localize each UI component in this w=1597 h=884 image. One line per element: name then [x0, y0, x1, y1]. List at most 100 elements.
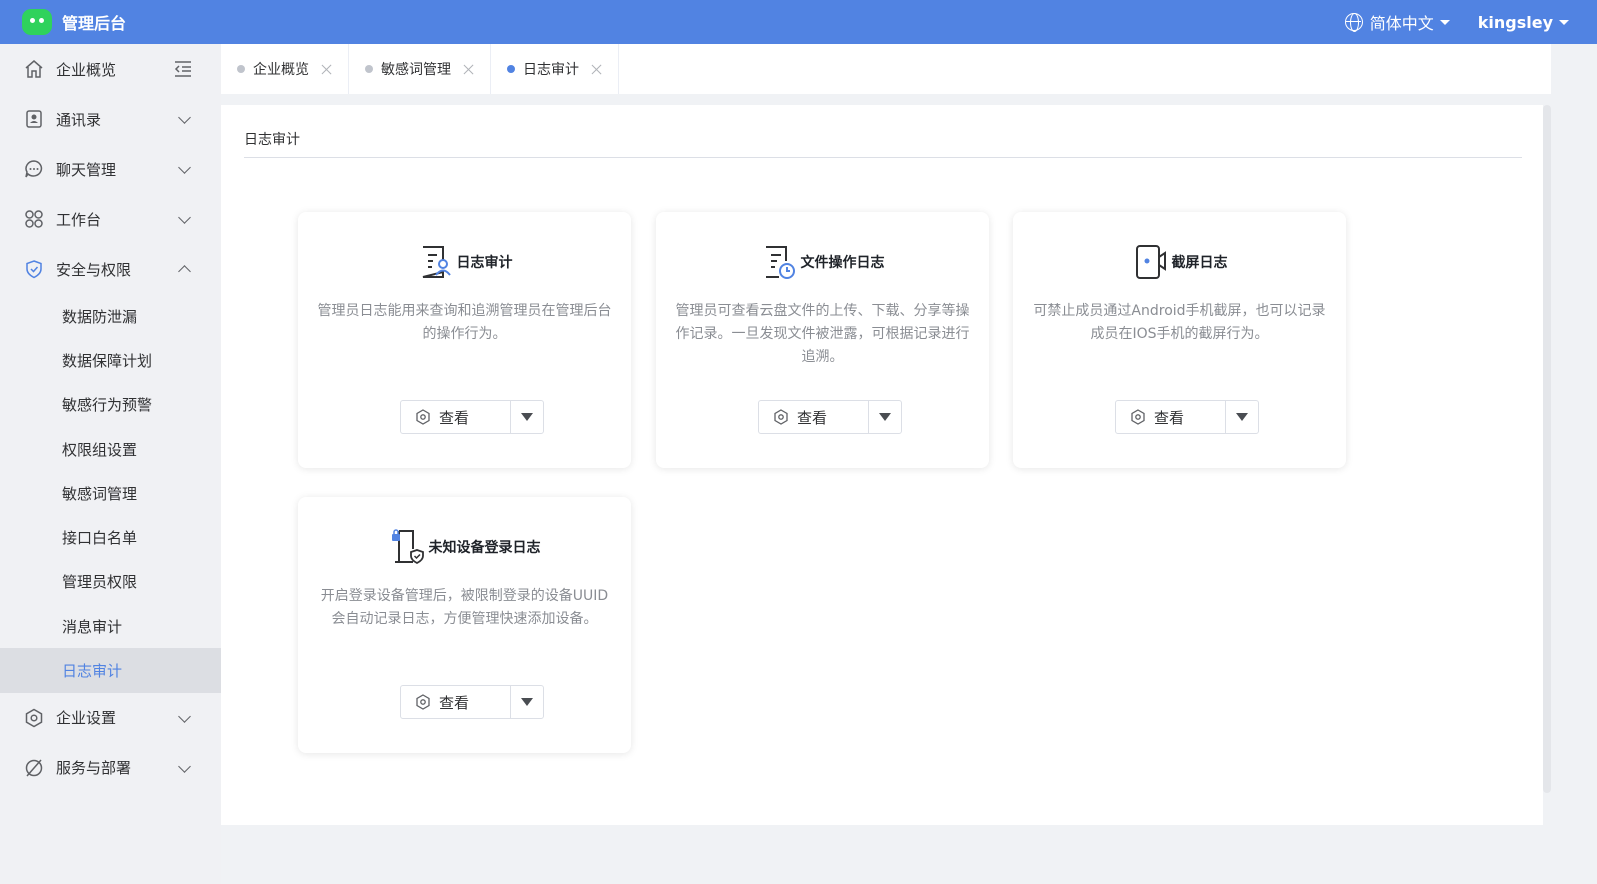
tab-label: 企业概览	[253, 62, 309, 78]
chat-icon	[24, 159, 44, 179]
card-screenshot-log: 截屏日志 可禁止成员通过Android手机截屏，也可以记录成员在IOS手机的截屏…	[1013, 212, 1346, 468]
card-device-log: 未知设备登录日志 开启登录设备管理后，被限制登录的设备UUID会自动记录日志，方…	[298, 497, 631, 753]
collapse-menu-icon[interactable]	[173, 60, 193, 78]
file-log-icon	[761, 244, 797, 280]
view-button-group: 查看	[400, 685, 544, 719]
sidebar-item-label: 通讯录	[56, 110, 102, 129]
card-description: 开启登录设备管理后，被限制登录的设备UUID会自动记录日志，方便管理快速添加设备…	[320, 588, 609, 627]
sidebar-item-workbench[interactable]: 工作台	[0, 194, 221, 244]
caret-down-icon	[1559, 19, 1569, 25]
card-title: 文件操作日志	[800, 255, 885, 271]
card-audit-log: 日志审计 管理员日志能用来查询和追溯管理员在管理后台的操作行为。 查看	[298, 212, 631, 468]
sidebar-item-label: 企业设置	[56, 709, 117, 728]
shield-icon	[24, 259, 44, 279]
view-button[interactable]: 查看	[401, 401, 511, 433]
tab-log-audit[interactable]: 日志审计	[491, 44, 619, 94]
sidebar-item-label: 聊天管理	[56, 160, 117, 179]
close-icon[interactable]	[463, 64, 474, 75]
device-log-icon	[389, 529, 425, 565]
tab-dot	[237, 65, 245, 73]
screenshot-log-icon	[1132, 244, 1168, 280]
page-gutter	[1551, 44, 1597, 884]
globe-icon	[1344, 13, 1363, 32]
sidebar-item-contacts[interactable]: 通讯录	[0, 94, 221, 144]
sidebar-item-label: 服务与部署	[56, 759, 132, 778]
view-button-group: 查看	[1115, 400, 1259, 434]
sidebar-subitem-permission-group[interactable]: 权限组设置	[0, 427, 221, 471]
card-file-log: 文件操作日志 管理员可查看云盘文件的上传、下载、分享等操作记录。一旦发现文件被泄…	[656, 212, 989, 468]
user-name: kingsley	[1477, 12, 1553, 32]
tab-dot	[507, 65, 515, 73]
sidebar-item-overview[interactable]: 企业概览	[0, 44, 221, 94]
chevron-down-icon	[178, 111, 191, 124]
hexagon-icon	[416, 409, 430, 425]
close-icon[interactable]	[321, 64, 332, 75]
tab-bar: 企业概览 敏感词管理 日志审计	[221, 44, 1551, 94]
view-button-group: 查看	[758, 400, 902, 434]
caret-down-icon	[879, 413, 891, 421]
settings-icon	[24, 708, 44, 728]
tab-dot	[365, 65, 373, 73]
view-button[interactable]: 查看	[401, 686, 511, 718]
view-button-label: 查看	[439, 693, 470, 712]
sidebar-item-label: 企业概览	[56, 60, 117, 79]
view-dropdown-button[interactable]	[1226, 401, 1258, 433]
language-label: 简体中文	[1369, 14, 1434, 33]
main-panel: 日志审计 日志审计 管理员日志能用来查询和追溯管理员在管理后台的操作行为。 查看…	[221, 105, 1543, 825]
caret-down-icon	[521, 698, 533, 706]
sidebar-subitem-behavior-alert[interactable]: 敏感行为预警	[0, 383, 221, 427]
sidebar-item-service-deploy[interactable]: 服务与部署	[0, 743, 221, 793]
card-description: 管理员日志能用来查询和追溯管理员在管理后台的操作行为。	[317, 303, 612, 342]
sidebar-item-chat[interactable]: 聊天管理	[0, 144, 221, 194]
language-selector[interactable]: 简体中文	[1344, 10, 1450, 34]
tab-overview[interactable]: 企业概览	[221, 44, 349, 94]
sidebar-subitem-admin-permission[interactable]: 管理员权限	[0, 560, 221, 604]
view-dropdown-button[interactable]	[511, 686, 543, 718]
sidebar: 企业概览 通讯录 聊天管理 工作台 安全与权限 数据防泄漏 数据保障计划 敏感行…	[0, 44, 221, 884]
contacts-icon	[24, 109, 44, 129]
view-dropdown-button[interactable]	[869, 401, 901, 433]
sidebar-item-enterprise-settings[interactable]: 企业设置	[0, 693, 221, 743]
view-button-group: 查看	[400, 400, 544, 434]
sidebar-item-security[interactable]: 安全与权限	[0, 244, 221, 294]
top-bar: 管理后台 简体中文 kingsley	[0, 0, 1597, 44]
hexagon-icon	[416, 694, 430, 710]
audit-log-icon	[417, 244, 453, 280]
home-icon	[24, 59, 44, 79]
tab-label: 日志审计	[523, 62, 579, 78]
sidebar-subitem-log-audit[interactable]: 日志审计	[0, 648, 221, 693]
chevron-down-icon	[178, 211, 191, 224]
caret-down-icon	[521, 413, 533, 421]
logo-icon	[22, 9, 52, 35]
tab-label: 敏感词管理	[381, 62, 451, 78]
sidebar-subitem-sensitive-words[interactable]: 敏感词管理	[0, 471, 221, 515]
service-icon	[24, 758, 44, 778]
sidebar-subitem-message-audit[interactable]: 消息审计	[0, 604, 221, 648]
card-title: 未知设备登录日志	[428, 540, 541, 556]
user-menu[interactable]: kingsley	[1478, 13, 1569, 32]
chevron-up-icon	[178, 265, 191, 278]
title-divider	[244, 157, 1522, 158]
page-title: 日志审计	[244, 132, 300, 148]
view-button[interactable]: 查看	[1116, 401, 1226, 433]
chevron-down-icon	[178, 709, 191, 723]
sidebar-subitem-api-whitelist[interactable]: 接口白名单	[0, 515, 221, 559]
sidebar-subitem-dlp[interactable]: 数据防泄漏	[0, 294, 221, 338]
view-button-label: 查看	[797, 408, 828, 427]
caret-down-icon	[1439, 19, 1450, 25]
hexagon-icon	[774, 409, 788, 425]
tab-sensitive-words[interactable]: 敏感词管理	[349, 44, 491, 94]
close-icon[interactable]	[591, 64, 602, 75]
workbench-icon	[24, 209, 44, 229]
card-title: 截屏日志	[1171, 255, 1228, 271]
sidebar-item-label: 工作台	[56, 210, 102, 229]
sidebar-item-label: 安全与权限	[56, 260, 132, 279]
view-button-label: 查看	[1154, 408, 1185, 427]
chevron-down-icon	[178, 759, 191, 773]
card-description: 可禁止成员通过Android手机截屏，也可以记录成员在IOS手机的截屏行为。	[1033, 303, 1326, 342]
scrollbar[interactable]	[1543, 105, 1551, 793]
view-dropdown-button[interactable]	[511, 401, 543, 433]
sidebar-subitem-data-protection[interactable]: 数据保障计划	[0, 338, 221, 382]
view-button[interactable]: 查看	[759, 401, 869, 433]
card-description: 管理员可查看云盘文件的上传、下载、分享等操作记录。一旦发现文件被泄露，可根据记录…	[675, 303, 970, 365]
